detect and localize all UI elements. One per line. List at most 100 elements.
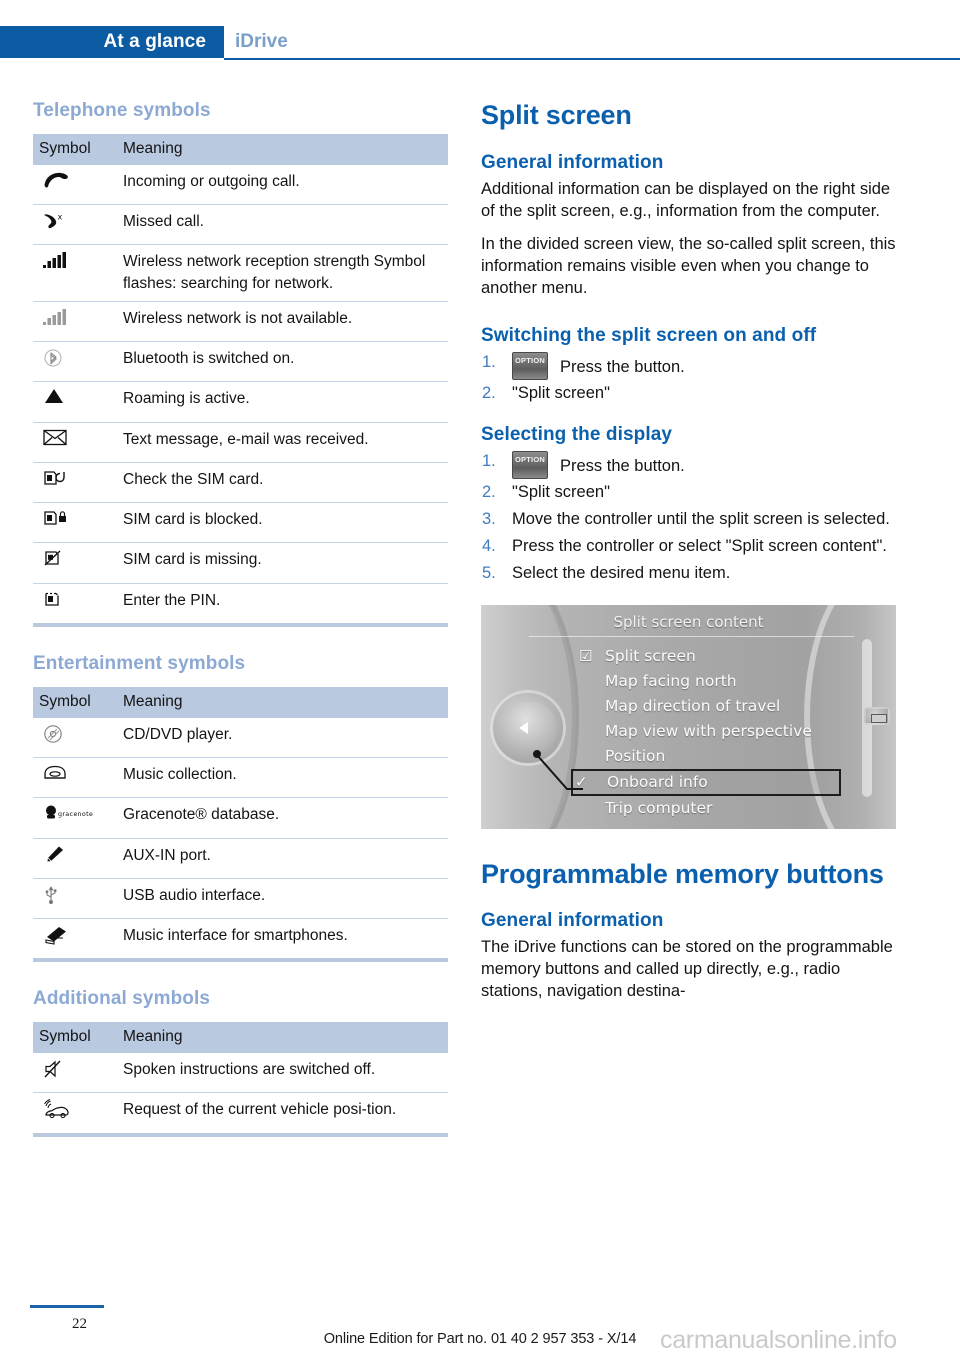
signal-bars-full-icon: [43, 251, 87, 271]
menu-item[interactable]: Map direction of travel: [577, 694, 867, 719]
symbol-cell: [33, 838, 117, 879]
symbol-cell: [33, 583, 117, 627]
symbol-cell: gracenote: [33, 797, 117, 839]
heading-selecting-display: Selecting the display: [481, 423, 673, 445]
callout-anchor-dot: [533, 749, 541, 758]
meaning-cell: AUX-IN port.: [117, 838, 448, 879]
additional-symbols-table: Symbol Meaning Spoken instructions are s…: [33, 1022, 448, 1137]
table-header-row: Symbol Meaning: [33, 1022, 448, 1054]
column-header-symbol: Symbol: [33, 134, 117, 165]
controller-knob-inner: [505, 701, 557, 754]
list-item: 2. "Split screen": [481, 482, 896, 506]
breadcrumb-tab-idrive[interactable]: iDrive: [235, 26, 288, 58]
symbol-cell: [33, 301, 117, 343]
missed-call-icon: x: [43, 211, 87, 231]
page-title-split-screen: Split screen: [481, 100, 632, 130]
table-row: SIM card is missing.: [33, 542, 448, 584]
table-row: Roaming is active.: [33, 381, 448, 423]
table-row: gracenote Gracenote® database.: [33, 797, 448, 839]
menu-item-label: Map view with perspective: [605, 721, 812, 740]
table-row: Request of the current vehicle posi-tion…: [33, 1092, 448, 1137]
menu-item[interactable]: Position: [577, 744, 867, 769]
figure-title-divider: [529, 635, 854, 637]
step-text: Select the desired menu item.: [512, 563, 731, 582]
meaning-cell: CD/DVD player.: [117, 717, 448, 759]
meaning-cell: Gracenote® database.: [117, 797, 448, 839]
meaning-cell: Roaming is active.: [117, 381, 448, 423]
symbol-cell: [33, 422, 117, 463]
symbol-cell: [33, 1092, 117, 1137]
symbol-cell: x: [33, 204, 117, 246]
meaning-cell: Wireless network is not available.: [117, 301, 448, 343]
step-number: 1.: [482, 352, 496, 371]
step-text: Press the button.: [560, 456, 685, 475]
step-number: 2.: [482, 482, 496, 501]
right-column: Split screen General information Additio…: [481, 100, 896, 1014]
meaning-cell: Request of the current vehicle posi-tion…: [117, 1092, 448, 1137]
menu-item-selected[interactable]: ✓ Onboard info: [571, 768, 841, 796]
svg-text:x: x: [58, 213, 63, 222]
step-number: 3.: [482, 509, 496, 528]
symbol-cell: [33, 244, 117, 302]
symbol-cell: [33, 878, 117, 919]
symbol-cell: [33, 1053, 117, 1094]
menu-item[interactable]: Trip computer: [577, 796, 867, 821]
column-header-symbol: Symbol: [33, 1022, 117, 1054]
heading-memory-general-information: General information: [481, 910, 664, 932]
option-button-icon[interactable]: OPTION: [512, 450, 548, 479]
step-number: 5.: [482, 563, 496, 582]
svg-text:gracenote: gracenote: [58, 810, 93, 818]
symbol-cell: [33, 717, 117, 759]
list-item: 2. "Split screen": [481, 383, 896, 407]
table-row: x Missed call.: [33, 204, 448, 246]
meaning-cell: Check the SIM card.: [117, 462, 448, 504]
column-header-meaning: Meaning: [117, 1022, 448, 1054]
option-button-icon[interactable]: OPTION: [512, 351, 548, 380]
header-divider: [224, 58, 960, 60]
meaning-cell: USB audio interface.: [117, 878, 448, 919]
menu-item-label: Map direction of travel: [605, 696, 781, 715]
entertainment-symbols-table: Symbol Meaning CD/DVD player. Music coll…: [33, 686, 448, 963]
symbol-cell: [33, 165, 117, 206]
breadcrumb-tab-at-a-glance[interactable]: At a glance: [0, 26, 224, 58]
menu-item-label: Trip computer: [605, 798, 713, 817]
heading-general-information: General information: [481, 151, 664, 173]
step-text: Press the button.: [560, 357, 685, 376]
checkbox-checked-icon: ☑: [579, 646, 593, 665]
signal-bars-gray-icon: [43, 308, 87, 328]
column-header-symbol: Symbol: [33, 686, 117, 718]
sim-locked-icon: [43, 509, 87, 529]
table-row: Spoken instructions are switched off.: [33, 1053, 448, 1094]
table-row: Music collection.: [33, 757, 448, 799]
column-header-meaning: Meaning: [117, 134, 448, 165]
heading-additional-symbols: Additional symbols: [33, 988, 211, 1010]
sim-pin-icon: [43, 590, 87, 610]
page-header: At a glance iDrive: [0, 26, 960, 58]
table-row: Incoming or outgoing call.: [33, 165, 448, 206]
heading-telephone-symbols: Telephone symbols: [33, 100, 211, 121]
roaming-triangle-icon: [43, 388, 87, 408]
table-row: Wireless network reception strength Symb…: [33, 244, 448, 302]
menu-item[interactable]: ☑ Split screen: [577, 644, 867, 669]
table-row: SIM card is blocked.: [33, 502, 448, 544]
sim-missing-icon: [43, 549, 87, 569]
list-item: 3. Move the controller until the split s…: [481, 509, 896, 533]
meaning-cell: Enter the PIN.: [117, 583, 448, 627]
heading-entertainment-symbols: Entertainment symbols: [33, 652, 246, 674]
phone-handset-icon: [43, 171, 87, 191]
figure-menu-list: ☑ Split screen Map facing north Map dire…: [571, 644, 867, 821]
menu-item[interactable]: Map view with perspective: [577, 719, 867, 744]
symbol-cell: [33, 918, 117, 963]
symbol-cell: [33, 502, 117, 544]
table-row: Enter the PIN.: [33, 583, 448, 627]
table-row: Text message, e-mail was received.: [33, 422, 448, 463]
menu-item-label: Position: [605, 746, 666, 765]
meaning-cell: Text message, e-mail was received.: [117, 422, 448, 463]
menu-item-label: Map facing north: [605, 671, 737, 690]
symbol-cell: [33, 542, 117, 584]
meaning-cell: Incoming or outgoing call.: [117, 165, 448, 206]
column-header-meaning: Meaning: [117, 686, 448, 718]
menu-item[interactable]: Map facing north: [577, 669, 867, 694]
